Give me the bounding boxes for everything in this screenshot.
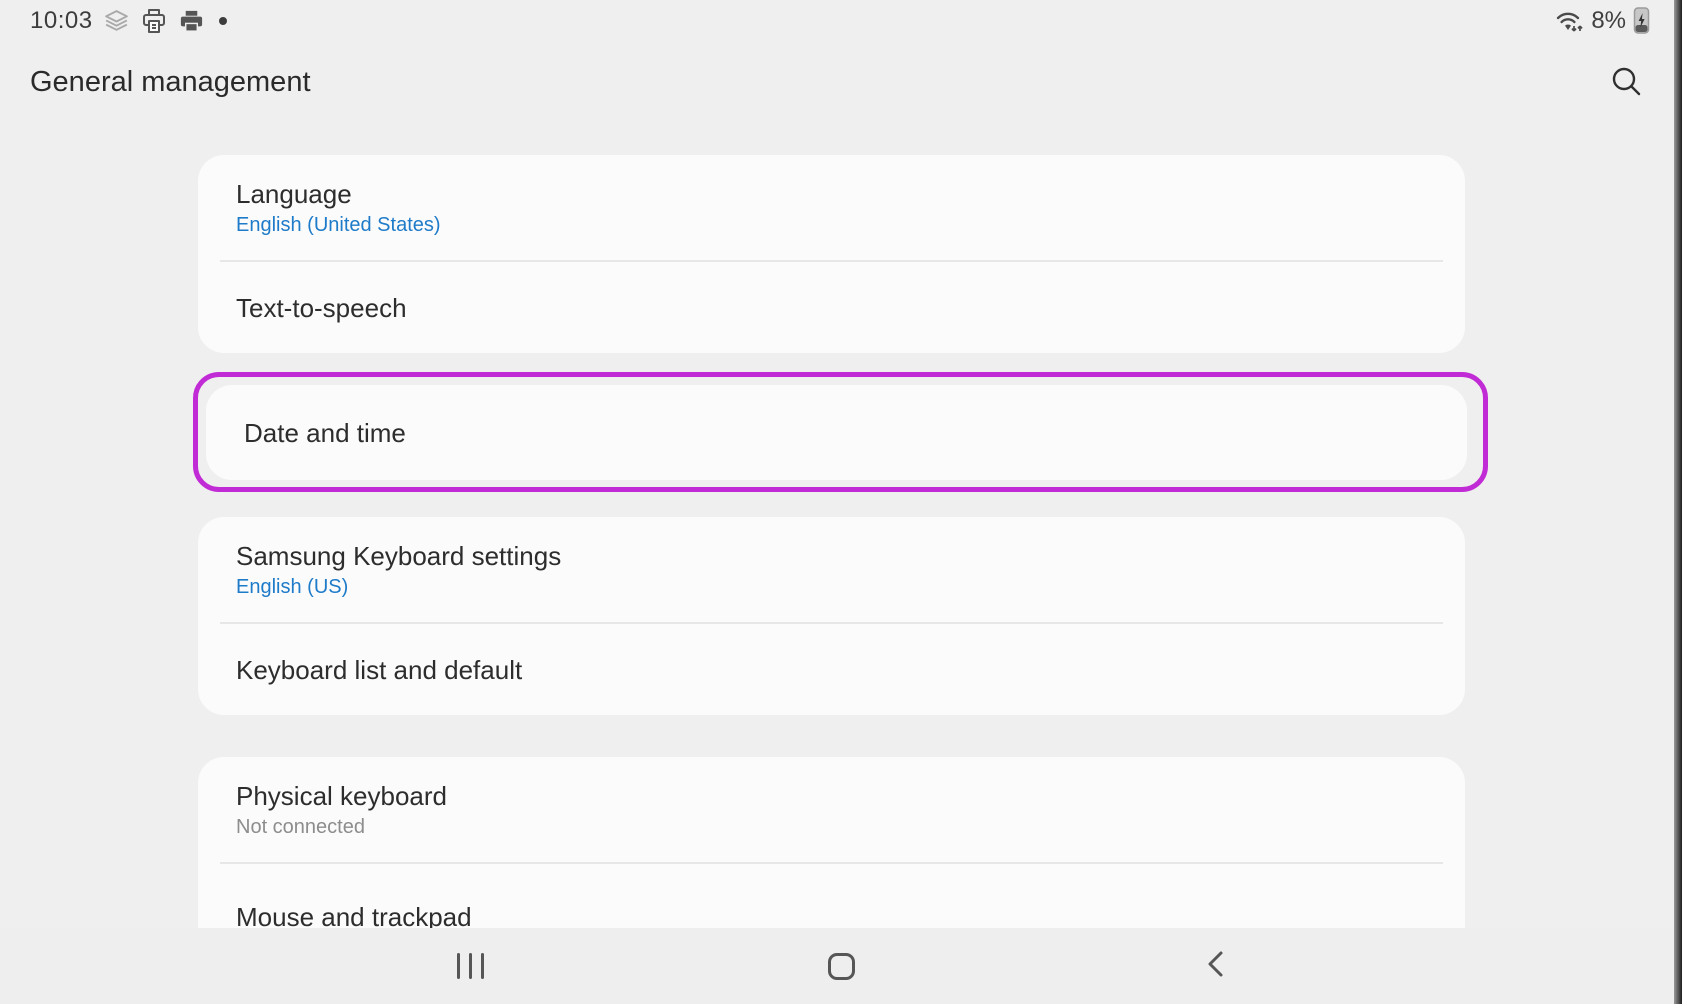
status-bar: 10:03	[0, 0, 1682, 45]
status-bar-left: 10:03	[30, 7, 227, 35]
list-item-mouse-and-trackpad[interactable]: Mouse and trackpad	[198, 864, 1465, 928]
clock: 10:03	[30, 7, 93, 35]
notification-dot	[219, 17, 227, 25]
list-item-samsung-keyboard-settings[interactable]: Samsung Keyboard settings English (US)	[198, 517, 1465, 622]
back-button[interactable]	[1170, 928, 1260, 1004]
list-item-subtitle: English (US)	[236, 573, 1427, 602]
input-devices-card: Physical keyboard Not connected Mouse an…	[198, 757, 1465, 928]
battery-percentage: 8%	[1591, 7, 1626, 35]
home-icon	[828, 953, 855, 980]
language-card: Language English (United States) Text-to…	[198, 155, 1465, 353]
recents-button[interactable]	[425, 928, 515, 1004]
navigation-bar	[0, 928, 1682, 1004]
list-item-date-and-time[interactable]: Date and time	[206, 385, 1467, 480]
screen-edge	[1674, 0, 1682, 1004]
recents-icon	[457, 953, 484, 979]
list-item-language[interactable]: Language English (United States)	[198, 155, 1465, 260]
print-job-icon	[140, 7, 168, 35]
list-item-title: Samsung Keyboard settings	[236, 539, 1427, 573]
list-item-title: Keyboard list and default	[236, 653, 522, 687]
back-icon	[1204, 948, 1226, 985]
keyboard-card: Samsung Keyboard settings English (US) K…	[198, 517, 1465, 715]
list-item-physical-keyboard[interactable]: Physical keyboard Not connected	[198, 757, 1465, 862]
list-item-title: Physical keyboard	[236, 779, 1427, 813]
page-title: General management	[30, 66, 311, 99]
printer-icon	[178, 8, 205, 35]
list-item-title: Date and time	[244, 416, 406, 450]
list-item-title: Text-to-speech	[236, 291, 407, 325]
app-header: General management	[0, 58, 1682, 118]
list-item-subtitle: English (United States)	[236, 211, 1427, 240]
search-icon	[1608, 64, 1644, 105]
home-button[interactable]	[796, 928, 886, 1004]
list-item-text-to-speech[interactable]: Text-to-speech	[198, 262, 1465, 353]
wifi-icon	[1554, 7, 1584, 35]
date-time-card: Date and time	[206, 385, 1467, 480]
list-item-title: Mouse and trackpad	[236, 900, 1427, 928]
list-item-keyboard-list-and-default[interactable]: Keyboard list and default	[198, 624, 1465, 715]
search-button[interactable]	[1604, 62, 1648, 106]
battery-charging-icon	[1633, 6, 1650, 35]
list-item-title: Language	[236, 177, 1427, 211]
list-item-subtitle: Not connected	[236, 813, 1427, 842]
layers-icon	[103, 8, 130, 35]
status-bar-right: 8%	[1554, 6, 1650, 35]
